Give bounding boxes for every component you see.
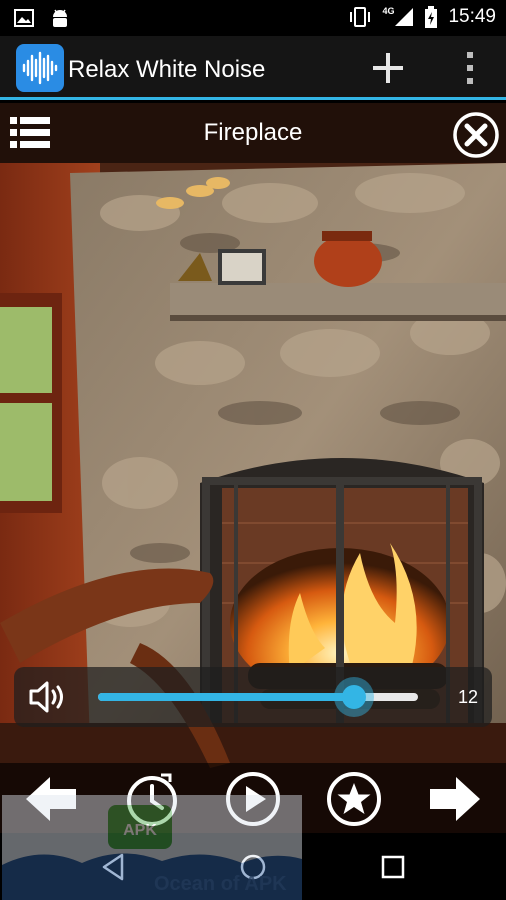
volume-slider[interactable] — [98, 677, 418, 717]
overflow-menu-button[interactable] — [462, 50, 478, 86]
sound-wave-icon — [22, 51, 58, 85]
close-circle-icon — [453, 112, 499, 158]
add-sound-button[interactable] — [370, 50, 406, 86]
battery-charging-icon — [425, 6, 438, 28]
volume-slider-fill — [98, 693, 354, 701]
recents-square-icon[interactable] — [377, 851, 409, 883]
network-type: 4G — [382, 6, 395, 16]
speaker-icon[interactable] — [28, 679, 66, 715]
sound-title: Fireplace — [203, 119, 303, 146]
next-button[interactable] — [428, 771, 484, 827]
vibrate-icon — [350, 7, 371, 27]
close-sound-button[interactable] — [452, 111, 500, 159]
fireplace-room-photo — [0, 103, 506, 863]
plus-icon — [373, 53, 403, 83]
arrow-right-icon — [430, 777, 480, 821]
app-logo — [16, 44, 64, 92]
favorite-button[interactable] — [326, 771, 382, 827]
volume-value: 12 — [457, 687, 478, 707]
watermark-badge: APK — [123, 822, 157, 839]
sound-title-bar: Fireplace — [0, 103, 506, 163]
app-bar: Relax White Noise — [0, 36, 506, 100]
status-bar: 4G 15:49 — [0, 0, 506, 36]
android-icon — [53, 9, 67, 27]
signal-icon — [395, 8, 414, 26]
status-clock: 15:49 — [448, 6, 496, 27]
image-icon — [14, 9, 34, 27]
star-icon — [327, 772, 381, 826]
volume-panel: 12 — [14, 667, 492, 727]
overflow-menu-icon — [467, 52, 473, 84]
volume-slider-thumb[interactable] — [342, 685, 366, 709]
app-title: Relax White Noise — [68, 56, 266, 83]
sound-scene-image — [0, 103, 506, 863]
watermark-text: Ocean of APK — [154, 873, 287, 895]
